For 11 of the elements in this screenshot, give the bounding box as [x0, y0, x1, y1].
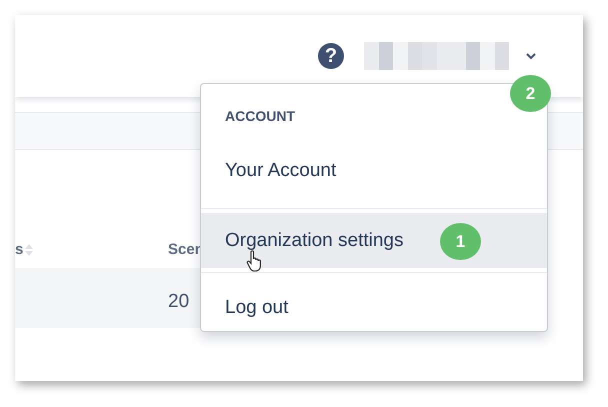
column-header[interactable]: s	[15, 241, 24, 258]
chevron-down-icon[interactable]	[526, 52, 536, 60]
step-badge: 2	[510, 75, 551, 112]
blurred-username[interactable]	[364, 42, 509, 70]
hand-cursor-icon	[246, 250, 264, 272]
sort-icon[interactable]	[25, 244, 34, 256]
table-cell: 20	[168, 291, 190, 313]
menu-item[interactable]: Log out	[201, 277, 547, 339]
menu-item[interactable]: Your Account	[201, 128, 547, 204]
help-icon[interactable]: ?	[318, 43, 344, 69]
menu-heading: ACCOUNT	[225, 108, 295, 124]
